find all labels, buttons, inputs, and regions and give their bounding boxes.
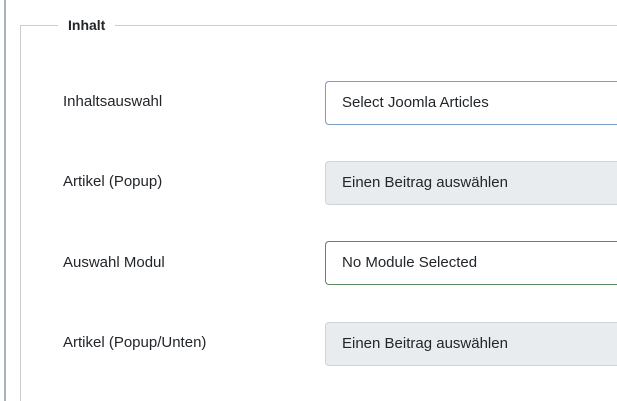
article-popup-bottom-label: Artikel (Popup/Unten) <box>63 334 207 351</box>
content-selection-label: Inhaltsauswahl <box>63 93 163 110</box>
panel-border <box>4 0 6 401</box>
article-popup-label: Artikel (Popup) <box>63 173 163 190</box>
module-selection-label: Auswahl Modul <box>63 254 165 271</box>
article-popup-bottom-field[interactable]: Einen Beitrag auswählen <box>325 322 617 366</box>
module-selection-field[interactable]: No Module Selected <box>325 241 617 285</box>
content-selection-select[interactable]: Select Joomla Articles <box>325 81 617 125</box>
content-settings-panel: Inhalt Inhaltsauswahl Select Joomla Arti… <box>0 0 617 401</box>
article-popup-field[interactable]: Einen Beitrag auswählen <box>325 161 617 205</box>
fieldset-legend: Inhalt <box>58 15 116 35</box>
fieldset-border-left <box>20 25 21 401</box>
